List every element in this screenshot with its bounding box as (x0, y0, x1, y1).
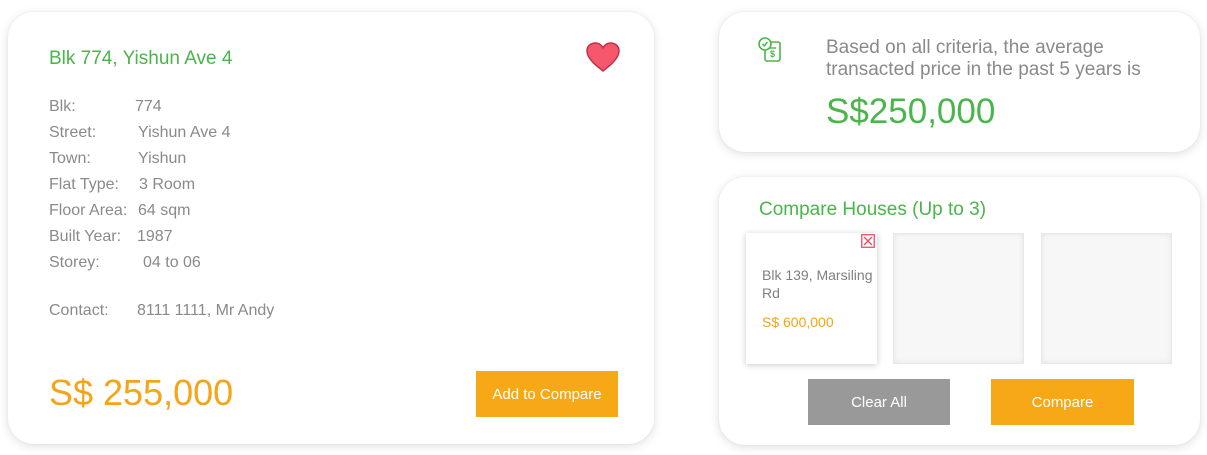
svg-text:$: $ (770, 49, 775, 59)
compare-slot-2 (893, 233, 1024, 364)
detail-row-blk: Blk: 774 (49, 94, 162, 120)
average-price-note: Based on all criteria, the average trans… (826, 37, 1141, 80)
listing-card: Blk 774, Yishun Ave 4 Blk: 774 Street: Y… (8, 12, 654, 444)
compare-slot-address: Blk 139, Marsiling Rd (762, 267, 873, 301)
compare-slot-3 (1041, 233, 1172, 364)
compare-slot-1[interactable]: Blk 139, Marsiling Rd S$ 600,000 (746, 233, 877, 364)
detail-label: Blk: (49, 98, 76, 115)
detail-label: Storey: (49, 254, 100, 271)
detail-value: Yishun (138, 150, 187, 167)
detail-label: Flat Type: (49, 176, 119, 193)
detail-label: Town: (49, 150, 91, 167)
detail-value: 1987 (137, 228, 173, 245)
listing-details: Blk: 774 Street: Yishun Ave 4 Town: Yish… (49, 94, 231, 276)
favorite-heart-icon[interactable] (586, 42, 620, 72)
listing-title: Blk 774, Yishun Ave 4 (49, 48, 233, 69)
detail-value: 64 sqm (138, 202, 191, 219)
compare-button[interactable]: Compare (991, 379, 1134, 425)
average-price-card: $ Based on all criteria, the average tra… (719, 12, 1200, 152)
detail-row-street: Street: Yishun Ave 4 (49, 120, 231, 146)
add-to-compare-button[interactable]: Add to Compare (476, 371, 618, 417)
detail-value: 3 Room (139, 176, 196, 193)
detail-row-floor-area: Floor Area: 64 sqm (49, 198, 190, 224)
price-tag-document-icon: $ (758, 37, 781, 62)
detail-row-town: Town: Yishun (49, 146, 186, 172)
compare-houses-card: Compare Houses (Up to 3) Blk 139, Marsil… (719, 177, 1200, 445)
detail-row-flat-type: Flat Type: 3 Room (49, 172, 195, 198)
detail-row-storey: Storey: 04 to 06 (49, 250, 201, 276)
detail-value: 774 (135, 98, 162, 115)
compare-title: Compare Houses (Up to 3) (759, 199, 987, 220)
remove-close-icon[interactable] (861, 234, 875, 248)
detail-row-built-year: Built Year: 1987 (49, 224, 173, 250)
detail-value: Yishun Ave 4 (138, 124, 231, 141)
contact-value: 8111 1111, Mr Andy (137, 302, 275, 319)
clear-all-button[interactable]: Clear All (808, 379, 950, 425)
listing-price: S$ 255,000 (49, 372, 234, 413)
average-price-value: S$250,000 (826, 92, 996, 131)
compare-slot-price: S$ 600,000 (762, 314, 834, 330)
detail-label: Street: (49, 124, 97, 141)
contact-label: Contact: (49, 302, 109, 319)
detail-value: 04 to 06 (143, 254, 201, 271)
contact-row: Contact: 8111 1111, Mr Andy (49, 302, 274, 320)
detail-label: Floor Area: (49, 202, 128, 219)
detail-label: Built Year: (49, 228, 122, 245)
